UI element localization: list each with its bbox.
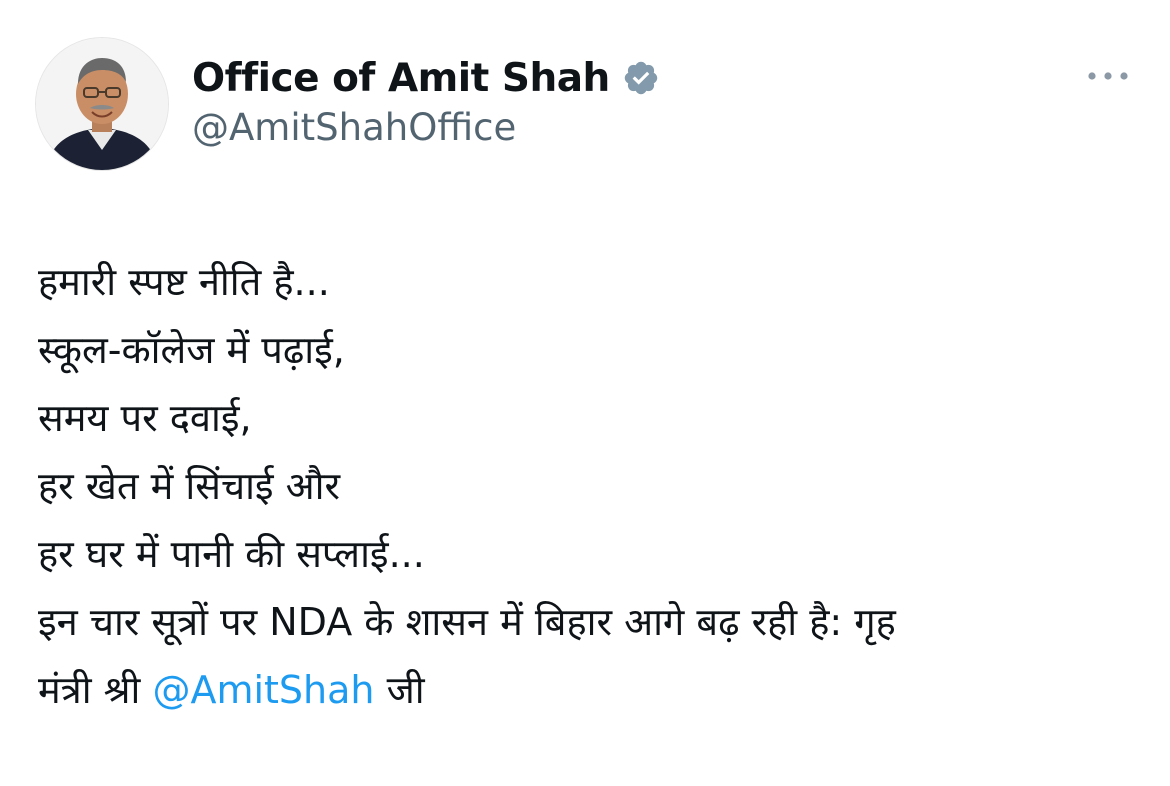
- author-avatar[interactable]: [36, 38, 168, 170]
- tweet-line: समय पर दवाई,: [38, 396, 252, 440]
- tweet-line: हर खेत में सिंचाई और: [38, 464, 341, 508]
- more-horizontal-icon: [1088, 72, 1128, 80]
- tweet-line: हर घर में पानी की सप्लाई...: [38, 532, 425, 576]
- tweet-line: इन चार सूत्रों पर NDA के शासन में बिहार …: [38, 600, 896, 644]
- author-name-row: Office of Amit Shah: [192, 52, 660, 104]
- author-handle[interactable]: @AmitShahOffice: [192, 106, 516, 149]
- tweet-card: Office of Amit Shah @AmitShahOffice हमार…: [0, 0, 1170, 786]
- tweet-line: हमारी स्पष्ट नीति है...: [38, 260, 330, 304]
- tweet-text-suffix: जी: [374, 668, 425, 712]
- profile-photo-icon: [36, 38, 168, 170]
- tweet-text-prefix: मंत्री श्री: [38, 668, 153, 712]
- tweet-line-last: मंत्री श्री @AmitShah जी: [38, 656, 1138, 724]
- verified-badge-icon: [622, 59, 660, 97]
- more-options-button[interactable]: [1080, 60, 1136, 92]
- tweet-line: स्कूल-कॉलेज में पढ़ाई,: [38, 328, 345, 372]
- tweet-text: हमारी स्पष्ट नीति है... स्कूल-कॉलेज में …: [38, 248, 1138, 724]
- mention-link[interactable]: @AmitShah: [152, 668, 374, 712]
- author-name[interactable]: Office of Amit Shah: [192, 56, 610, 101]
